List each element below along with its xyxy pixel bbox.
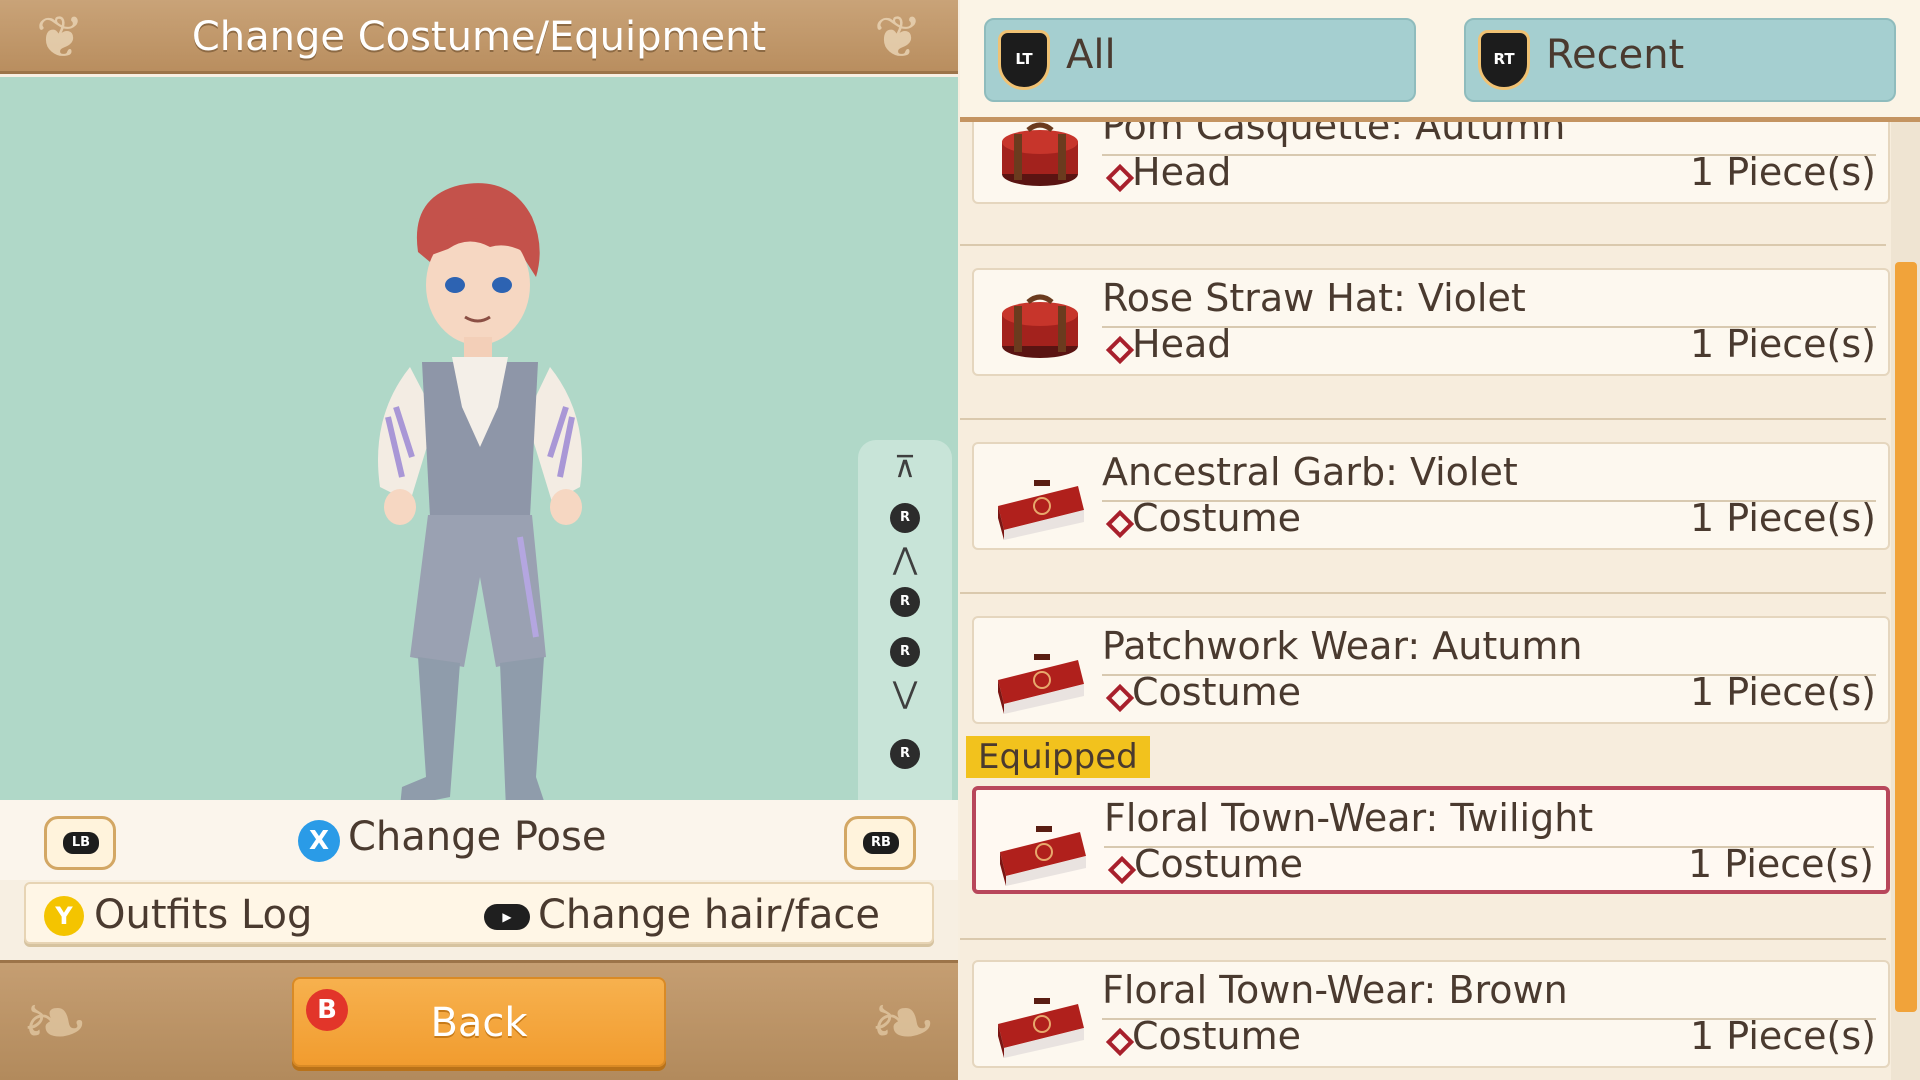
item-name: Floral Town-Wear: Twilight [1104,796,1594,840]
list-item-equipped[interactable]: Floral Town-Wear: Twilight Costume 1 Pie… [964,778,1890,898]
suitcase-icon [1000,826,1086,886]
item-quantity: 1 Piece(s) [1690,496,1876,540]
page-title: Change Costume/Equipment [191,14,767,60]
back-label: Back [430,1000,528,1046]
suitcase-icon [998,654,1084,714]
item-card: Patchwork Wear: Autumn Costume 1 Piece(s… [972,616,1890,724]
item-type: Costume [1132,496,1301,540]
change-hair-face-label[interactable]: Change hair/face [538,892,880,938]
y-button-icon[interactable]: Y [44,896,84,936]
preview-panel: ❦ ❦ Change Costume/Equipment ⊼ R ⋀ R R ⋁… [0,0,958,1080]
title-bar: ❦ ❦ Change Costume/Equipment [0,0,958,74]
outfits-log-label[interactable]: Outfits Log [94,892,312,938]
pose-row: LB X Change Pose RB [0,800,958,880]
rotate-up-icon[interactable]: R [880,492,930,533]
diamond-icon [1105,683,1135,713]
item-card: Floral Town-Wear: Brown Costume 1 Piece(… [972,960,1890,1068]
list-item[interactable]: Rose Straw Hat: Violet Head 1 Piece(s) [964,260,1890,380]
hatbox-icon [1002,122,1078,186]
back-button[interactable]: B Back [292,977,666,1067]
item-type: Head [1132,150,1232,194]
tab-label: All [1066,32,1116,78]
ornament-left-icon: ❧ [21,976,89,1069]
item-quantity: 1 Piece(s) [1690,150,1876,194]
tab-all[interactable]: LT All [984,18,1416,102]
item-type: Costume [1134,842,1303,886]
list-item[interactable]: Patchwork Wear: Autumn Costume 1 Piece(s… [964,608,1890,728]
stick-button-icon[interactable]: ▶ [484,904,530,930]
filter-tabs: LT All RT Recent [960,0,1920,122]
equipped-badge: Equipped [966,736,1150,778]
scrollbar-thumb[interactable] [1895,262,1917,1012]
options-row: Y Outfits Log ▶ Change hair/face [24,882,934,944]
rotate-left-icon[interactable]: R [880,576,930,617]
suitcase-icon [998,480,1084,540]
divider [960,244,1886,246]
scrollbar[interactable] [1891,122,1920,1080]
diamond-icon [1107,855,1137,885]
divider [960,938,1886,940]
rb-button[interactable]: RB [844,816,916,870]
tab-label: Recent [1546,32,1685,78]
suitcase-icon [998,998,1084,1058]
item-panel: LT All RT Recent Pom Casquette: Autumn H… [960,0,1920,1080]
item-name: Patchwork Wear: Autumn [1102,624,1583,668]
item-name: Ancestral Garb: Violet [1102,450,1518,494]
rotate-right-icon[interactable]: R [880,626,930,667]
item-type: Head [1132,322,1232,366]
item-name: Floral Town-Wear: Brown [1102,968,1568,1012]
item-type: Costume [1132,670,1301,714]
tab-recent[interactable]: RT Recent [1464,18,1896,102]
item-card: Ancestral Garb: Violet Costume 1 Piece(s… [972,442,1890,550]
list-item[interactable]: Ancestral Garb: Violet Costume 1 Piece(s… [964,434,1890,554]
item-quantity: 1 Piece(s) [1690,1014,1876,1058]
character-viewer[interactable]: ⊼ R ⋀ R R ⋁ R ⊻ [0,77,958,870]
item-type: Costume [1132,1014,1301,1058]
diamond-icon [1105,335,1135,365]
item-card: Floral Town-Wear: Twilight Costume 1 Pie… [972,786,1890,894]
divider [960,592,1886,594]
zoom-out-icon[interactable]: ⋁ [880,674,930,714]
lt-button-icon: LT [998,30,1050,90]
camera-top-icon[interactable]: ⊼ [880,448,930,488]
footer: ❧ ❧ B Back [0,960,958,1080]
divider [960,418,1886,420]
zoom-in-icon[interactable]: ⋀ [880,540,930,580]
diamond-icon [1105,163,1135,193]
lb-button[interactable]: LB [44,816,116,870]
change-pose-label[interactable]: Change Pose [348,814,606,860]
rotate-down-icon[interactable]: R [880,728,930,769]
list-item[interactable]: Floral Town-Wear: Brown Costume 1 Piece(… [964,952,1890,1072]
character-model [378,183,582,809]
item-name: Rose Straw Hat: Violet [1102,276,1526,320]
diamond-icon [1105,509,1135,539]
item-list: Pom Casquette: Autumn Head 1 Piece(s) Ro… [960,96,1890,1080]
item-quantity: 1 Piece(s) [1688,842,1874,886]
item-quantity: 1 Piece(s) [1690,322,1876,366]
rt-button-icon: RT [1478,30,1530,90]
item-quantity: 1 Piece(s) [1690,670,1876,714]
item-card: Rose Straw Hat: Violet Head 1 Piece(s) [972,268,1890,376]
x-button-icon[interactable]: X [298,820,340,862]
ornament-right-icon: ❧ [869,976,937,1069]
hatbox-icon [1002,294,1078,358]
diamond-icon [1105,1027,1135,1057]
